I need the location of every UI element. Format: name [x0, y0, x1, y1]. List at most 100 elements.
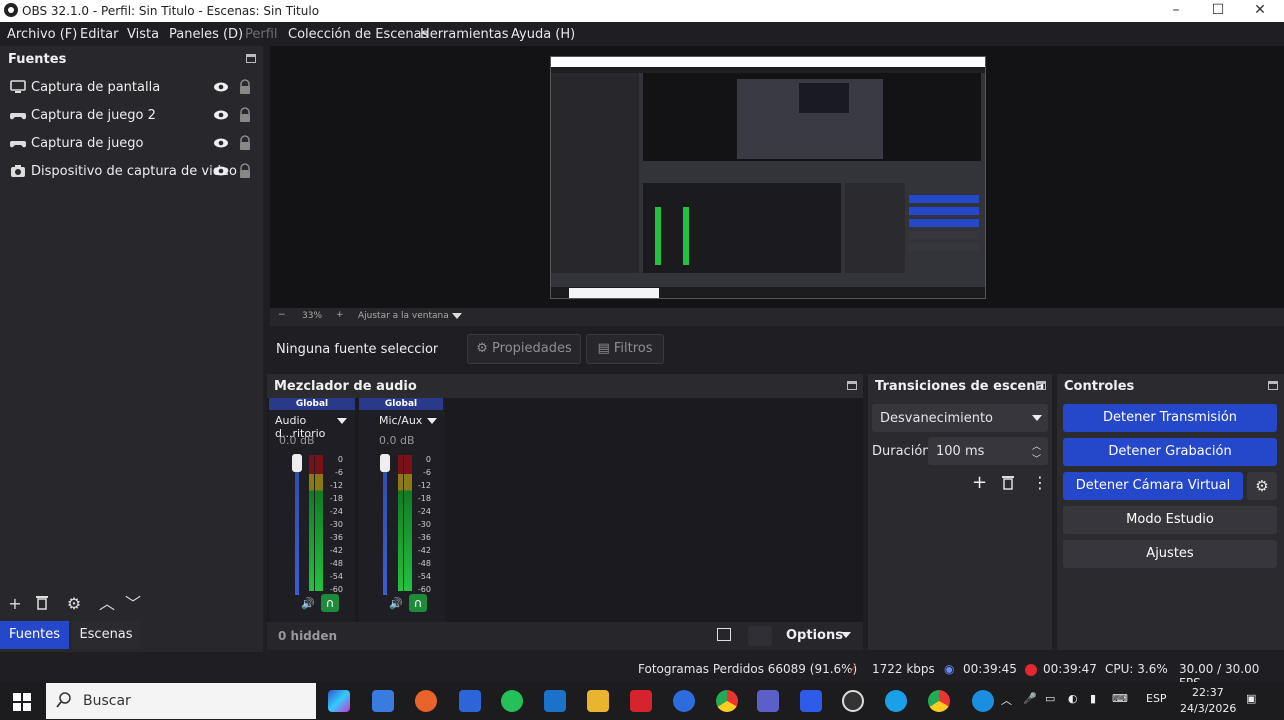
obs-icon[interactable]: [842, 690, 864, 712]
chevron-down-icon[interactable]: [427, 418, 437, 424]
clock-date[interactable]: 24/3/2026: [1180, 702, 1236, 715]
visibility-eye-icon[interactable]: [213, 135, 229, 151]
duration-input[interactable]: 100 ms ︿ ﹀: [928, 437, 1048, 465]
lock-icon[interactable]: [238, 135, 252, 151]
chevron-down-icon[interactable]: ﹀: [1032, 452, 1041, 465]
store-icon[interactable]: [372, 690, 394, 712]
menu-coleccion[interactable]: Colección de Escenas: [288, 27, 428, 42]
trash-icon[interactable]: [1001, 474, 1015, 494]
browser-icon[interactable]: [972, 690, 994, 712]
gear-icon[interactable]: ⚙: [1247, 472, 1277, 500]
language-indicator[interactable]: ESP: [1146, 692, 1167, 705]
display-icon[interactable]: ▭: [1045, 692, 1055, 705]
lock-icon[interactable]: [238, 79, 252, 95]
chevron-down-icon[interactable]: [841, 632, 851, 638]
tab-fuentes[interactable]: Fuentes: [0, 621, 69, 649]
zoom-in-button[interactable]: +: [336, 310, 344, 320]
headphones-icon[interactable]: ∩: [321, 594, 339, 612]
speaker-icon[interactable]: 🔊: [389, 597, 403, 611]
copilot-icon[interactable]: [328, 690, 350, 712]
shield-icon[interactable]: [459, 690, 481, 712]
gear-icon[interactable]: ⚙: [64, 594, 84, 614]
volume-fader[interactable]: [295, 455, 299, 595]
microphone-icon[interactable]: 🎤: [1023, 692, 1037, 705]
zoom-value: 33%: [302, 311, 323, 321]
volume-fader[interactable]: [383, 455, 387, 595]
menu-ayuda[interactable]: Ayuda (H): [511, 27, 575, 42]
undock-icon[interactable]: [1036, 381, 1046, 390]
chevron-down-icon[interactable]: [337, 418, 347, 424]
menu-vista[interactable]: Vista: [127, 27, 159, 42]
sources-toolbar: + ⚙ ︿ ﹀: [0, 590, 263, 618]
battery-icon[interactable]: ▮: [1090, 692, 1096, 705]
settings-button[interactable]: Ajustes: [1063, 540, 1277, 568]
taskbar-search-box[interactable]: Buscar: [46, 683, 316, 719]
network-icon[interactable]: ◐: [1068, 692, 1078, 705]
bitrate: 1722 kbps: [872, 662, 935, 676]
source-item[interactable]: Captura de pantalla: [0, 74, 263, 102]
chevron-up-icon[interactable]: ︿: [1032, 439, 1041, 452]
maximize-button[interactable]: ☐: [1198, 1, 1238, 21]
visibility-eye-icon[interactable]: [213, 163, 229, 179]
help-icon[interactable]: [885, 690, 907, 712]
chevron-down-icon[interactable]: [452, 313, 462, 319]
zoom-out-button[interactable]: −: [278, 310, 286, 320]
chevron-down-icon[interactable]: ﹀: [123, 594, 143, 614]
source-item[interactable]: Captura de juego 2: [0, 102, 263, 130]
whatsapp-icon[interactable]: [501, 690, 523, 712]
trash-icon[interactable]: [32, 594, 52, 614]
wps-icon[interactable]: [630, 690, 652, 712]
menu-perfil[interactable]: Perfil: [245, 27, 278, 42]
mixer-menu-button[interactable]: [748, 626, 772, 646]
mail-icon[interactable]: [544, 690, 566, 712]
menu-paneles[interactable]: Paneles (D): [169, 27, 243, 42]
stop-stream-button[interactable]: Detener Transmisión: [1063, 404, 1277, 432]
stop-record-button[interactable]: Detener Grabación: [1063, 438, 1277, 466]
chevron-up-icon[interactable]: ︿: [1001, 692, 1012, 708]
source-item[interactable]: Dispositivo de captura de video: [0, 158, 263, 186]
add-icon[interactable]: +: [972, 472, 987, 493]
undock-icon[interactable]: [847, 381, 857, 390]
lock-icon[interactable]: [238, 107, 252, 123]
folder-icon[interactable]: [587, 690, 609, 712]
more-vertical-icon[interactable]: ⋮: [1032, 473, 1048, 492]
add-icon[interactable]: +: [5, 594, 25, 614]
windows-start-icon[interactable]: [13, 693, 31, 715]
keyboard-icon[interactable]: ⌨: [1112, 692, 1128, 705]
fit-window-label[interactable]: Ajustar a la ventana: [358, 311, 449, 321]
speaker-icon[interactable]: 🔊: [301, 597, 315, 611]
chrome-icon[interactable]: [716, 690, 738, 712]
close-button[interactable]: ✕: [1240, 1, 1280, 21]
gamepad-icon: [9, 108, 27, 122]
stop-virtual-camera-button[interactable]: Detener Cámara Virtual: [1063, 472, 1243, 500]
fader-handle[interactable]: [380, 454, 390, 472]
filters-button[interactable]: ▤ Filtros: [586, 334, 664, 364]
source-item[interactable]: Captura de juego: [0, 130, 263, 158]
clock-time[interactable]: 22:37: [1192, 686, 1224, 699]
properties-button[interactable]: ⚙ Propiedades: [467, 334, 581, 364]
notifications-icon[interactable]: ▣: [1246, 692, 1256, 705]
menu-herramientas[interactable]: Herramientas: [420, 27, 509, 42]
layout-toggle-icon[interactable]: [717, 628, 731, 641]
firefox-icon[interactable]: [415, 690, 437, 712]
transition-select[interactable]: Desvanecimiento: [872, 404, 1048, 432]
menu-editar[interactable]: Editar: [80, 27, 119, 42]
channel-name[interactable]: Mic/Aux: [379, 414, 422, 427]
teams-icon[interactable]: [757, 690, 779, 712]
chrome-icon[interactable]: [928, 690, 950, 712]
visibility-eye-icon[interactable]: [213, 107, 229, 123]
undock-icon[interactable]: [246, 54, 256, 63]
studio-mode-button[interactable]: Modo Estudio: [1063, 506, 1277, 534]
visibility-eye-icon[interactable]: [213, 79, 229, 95]
menu-archivo[interactable]: Archivo (F): [7, 27, 77, 42]
options-button[interactable]: Options: [786, 628, 843, 643]
chevron-up-icon[interactable]: ︿: [97, 594, 117, 614]
lock-icon[interactable]: [238, 163, 252, 179]
headphones-icon[interactable]: ∩: [409, 594, 427, 612]
undock-icon[interactable]: [1268, 381, 1278, 390]
fader-handle[interactable]: [292, 454, 302, 472]
app-icon[interactable]: [800, 690, 822, 712]
zoom-icon[interactable]: [673, 690, 695, 712]
tab-escenas[interactable]: Escenas: [72, 621, 140, 649]
minimize-button[interactable]: –: [1156, 1, 1196, 21]
